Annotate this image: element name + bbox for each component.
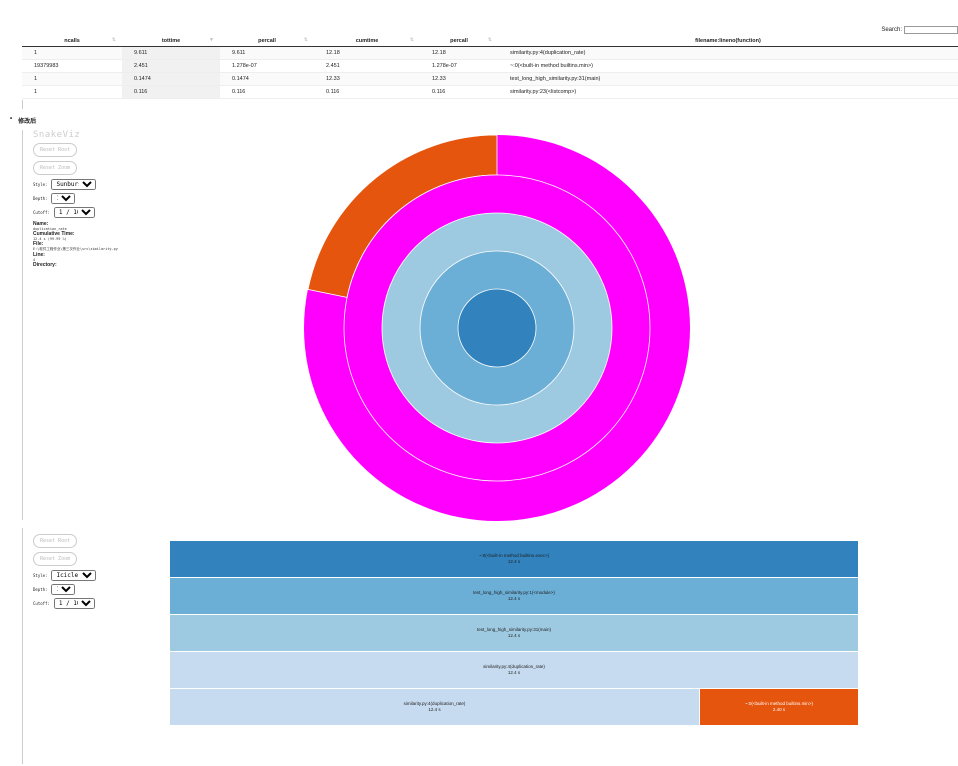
icicle-block[interactable]: similarity.py:4(duplication_rate) 12.4 s <box>170 652 858 688</box>
icicle-block[interactable]: test_long_high_similarity.py:31(main) 12.… <box>170 615 858 651</box>
sunburst-center[interactable] <box>457 288 537 368</box>
sunburst-controls: SnakeViz Reset Root Reset Zoom Style: Su… <box>33 130 118 268</box>
table-row[interactable]: 1 0.1474 0.1474 12.33 12.33 test_long_hi… <box>22 72 958 86</box>
cell-percall: 1.278e-07 <box>220 59 314 73</box>
snakeviz-logo: SnakeViz <box>33 130 81 140</box>
cell-percall-2: 1.278e-07 <box>420 59 498 73</box>
reset-root-button[interactable]: Reset Root <box>33 143 78 157</box>
icicle-block[interactable]: similarity.py:4(duplication_rate) 12.4 s <box>170 689 699 725</box>
icicle-block-time: 12.4 s <box>507 670 521 675</box>
table-row[interactable]: 19379983 2.451 1.278e-07 2.451 1.278e-07… <box>22 59 958 73</box>
icicle-block-time: 12.4 s <box>507 633 521 638</box>
cell-cumtime: 0.116 <box>314 85 420 99</box>
col-header-percall-2[interactable]: percall ⇅ <box>420 35 498 47</box>
cell-function: similarity.py:4(duplication_rate) <box>498 46 958 60</box>
bullet-icon: • <box>10 116 13 122</box>
icicle-block[interactable]: ~:0(<built-in method builtins.exec>) 12.4… <box>170 541 858 577</box>
cell-tottime: 0.116 <box>122 85 220 99</box>
cell-function: similarity.py:23(<listcomp>) <box>498 85 958 99</box>
cutoff-select[interactable]: 1 / 1000 <box>53 598 95 609</box>
depth-control: Depth: 10 <box>33 584 96 595</box>
search-input[interactable] <box>904 26 958 34</box>
cutoff-control: Cutoff: 1 / 1000 <box>33 207 118 218</box>
cutoff-label: Cutoff: <box>33 601 50 606</box>
style-select[interactable]: Icicle <box>51 570 97 581</box>
cell-tottime: 0.1474 <box>122 72 220 86</box>
depth-select[interactable]: 10 <box>51 584 76 595</box>
style-select[interactable]: Sunburst <box>51 179 97 190</box>
info-file-value: E:\软件工程作业\第三次作业\src\similarity.py <box>33 247 118 251</box>
stats-table: ncalls ⇅ tottime ▼ percall ⇅ cumtime ⇅ perca… <box>22 35 958 99</box>
icicle-level: similarity.py:4(duplication_rate) 12.4 s <box>170 652 858 689</box>
divider <box>22 100 23 109</box>
style-control: Style: Icicle <box>33 570 97 581</box>
cell-ncalls: 1 <box>22 46 122 60</box>
depth-control: Depth: 10 <box>33 193 118 204</box>
cell-cumtime: 2.451 <box>314 59 420 73</box>
reset-zoom-button[interactable]: Reset Zoom <box>33 552 78 566</box>
icicle-level: similarity.py:4(duplication_rate) 12.4 s ~… <box>170 689 858 726</box>
info-dir-label: Directory: <box>33 262 57 268</box>
cell-tottime: 2.451 <box>122 59 220 73</box>
icicle-block[interactable]: test_long_high_similarity.py:1(<module>)… <box>170 578 858 614</box>
search-label: Search: <box>881 27 902 33</box>
sunburst-chart <box>304 134 690 521</box>
cell-percall: 0.1474 <box>220 72 314 86</box>
cell-ncalls: 1 <box>22 72 122 86</box>
col-header-function[interactable]: filename:lineno(function) <box>498 35 958 47</box>
cell-ncalls: 19379983 <box>22 59 122 73</box>
reset-root-button[interactable]: Reset Root <box>33 534 78 548</box>
icicle-block-time: 12.4 s <box>428 707 441 712</box>
cell-tottime: 9.611 <box>122 46 220 60</box>
depth-label: Depth: <box>33 196 48 201</box>
style-label: Style: <box>33 573 48 578</box>
icicle-block-time: 2.40 s <box>772 707 786 712</box>
col-header-cumtime[interactable]: cumtime ⇅ <box>314 35 420 47</box>
style-label: Style: <box>33 182 48 187</box>
cell-function: test_long_high_similarity.py:31(main) <box>498 72 958 86</box>
search-box: Search: <box>881 26 958 34</box>
cell-function: ~:0(<built-in method builtins.min>) <box>498 59 958 73</box>
icicle-block-time: 12.4 s <box>507 559 521 564</box>
section-title: 修改后 <box>18 119 37 125</box>
cell-cumtime: 12.33 <box>314 72 420 86</box>
cell-percall-2: 12.33 <box>420 72 498 86</box>
icicle-level: test_long_high_similarity.py:31(main) 12.… <box>170 615 858 652</box>
cell-percall: 9.611 <box>220 46 314 60</box>
node-info: Name: duplication_rate Cumulative Time: … <box>33 221 118 268</box>
icicle-controls: Reset Root Reset Zoom Style: Icicle Dept… <box>33 534 97 612</box>
divider <box>22 130 23 520</box>
depth-label: Depth: <box>33 587 48 592</box>
col-header-tottime[interactable]: tottime ▼ <box>122 35 220 47</box>
cell-percall: 0.116 <box>220 85 314 99</box>
cell-percall-2: 0.116 <box>420 85 498 99</box>
depth-select[interactable]: 10 <box>51 193 76 204</box>
cell-cumtime: 12.18 <box>314 46 420 60</box>
cell-percall-2: 12.18 <box>420 46 498 60</box>
section-heading: • 修改后 <box>10 116 36 125</box>
icicle-block-time: 12.4 s <box>507 596 521 601</box>
divider <box>22 528 23 764</box>
cutoff-select[interactable]: 1 / 1000 <box>53 207 95 218</box>
icicle-level: ~:0(<built-in method builtins.exec>) 12.4… <box>170 541 858 578</box>
cutoff-control: Cutoff: 1 / 1000 <box>33 598 96 609</box>
style-control: Style: Sunburst <box>33 179 118 190</box>
table-row[interactable]: 1 9.611 9.611 12.18 12.18 similarity.py:… <box>22 46 958 60</box>
table-row[interactable]: 1 0.116 0.116 0.116 0.116 similarity.py:… <box>22 85 958 99</box>
col-header-ncalls[interactable]: ncalls ⇅ <box>22 35 122 47</box>
icicle-chart: ~:0(<built-in method builtins.exec>) 12.4… <box>170 541 858 726</box>
icicle-level: test_long_high_similarity.py:1(<module>)… <box>170 578 858 615</box>
cell-ncalls: 1 <box>22 85 122 99</box>
reset-zoom-button[interactable]: Reset Zoom <box>33 161 78 175</box>
col-header-percall[interactable]: percall ⇅ <box>220 35 314 47</box>
icicle-block[interactable]: ~:0(<built-in method builtins.min>) 2.40 … <box>700 689 858 725</box>
cutoff-label: Cutoff: <box>33 210 50 215</box>
